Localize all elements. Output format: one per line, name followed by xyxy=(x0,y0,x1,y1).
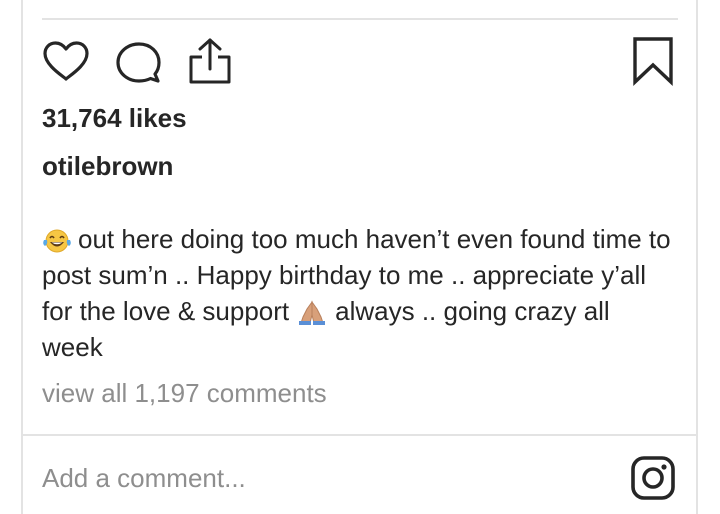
speech-bubble-icon xyxy=(116,42,161,83)
share-button[interactable] xyxy=(187,37,233,85)
post-caption: out here doing too much haven’t even fou… xyxy=(42,221,672,365)
post-username[interactable]: otilebrown xyxy=(42,151,173,182)
view-all-comments-link[interactable]: view all 1,197 comments xyxy=(42,378,327,409)
heart-icon xyxy=(43,41,89,81)
bottom-divider xyxy=(21,434,698,436)
likes-count[interactable]: 31,764 likes xyxy=(42,103,187,134)
like-button[interactable] xyxy=(42,40,90,82)
tears-of-joy-emoji xyxy=(42,226,72,253)
save-button[interactable] xyxy=(632,36,674,86)
instagram-logo-icon xyxy=(631,456,675,500)
folded-hands-emoji xyxy=(297,298,327,325)
add-comment-input[interactable] xyxy=(42,460,602,496)
bookmark-icon xyxy=(633,37,673,86)
comment-button[interactable] xyxy=(114,40,162,84)
top-divider xyxy=(42,18,678,20)
share-upload-icon xyxy=(189,38,231,84)
instagram-logo-button[interactable] xyxy=(630,455,676,501)
